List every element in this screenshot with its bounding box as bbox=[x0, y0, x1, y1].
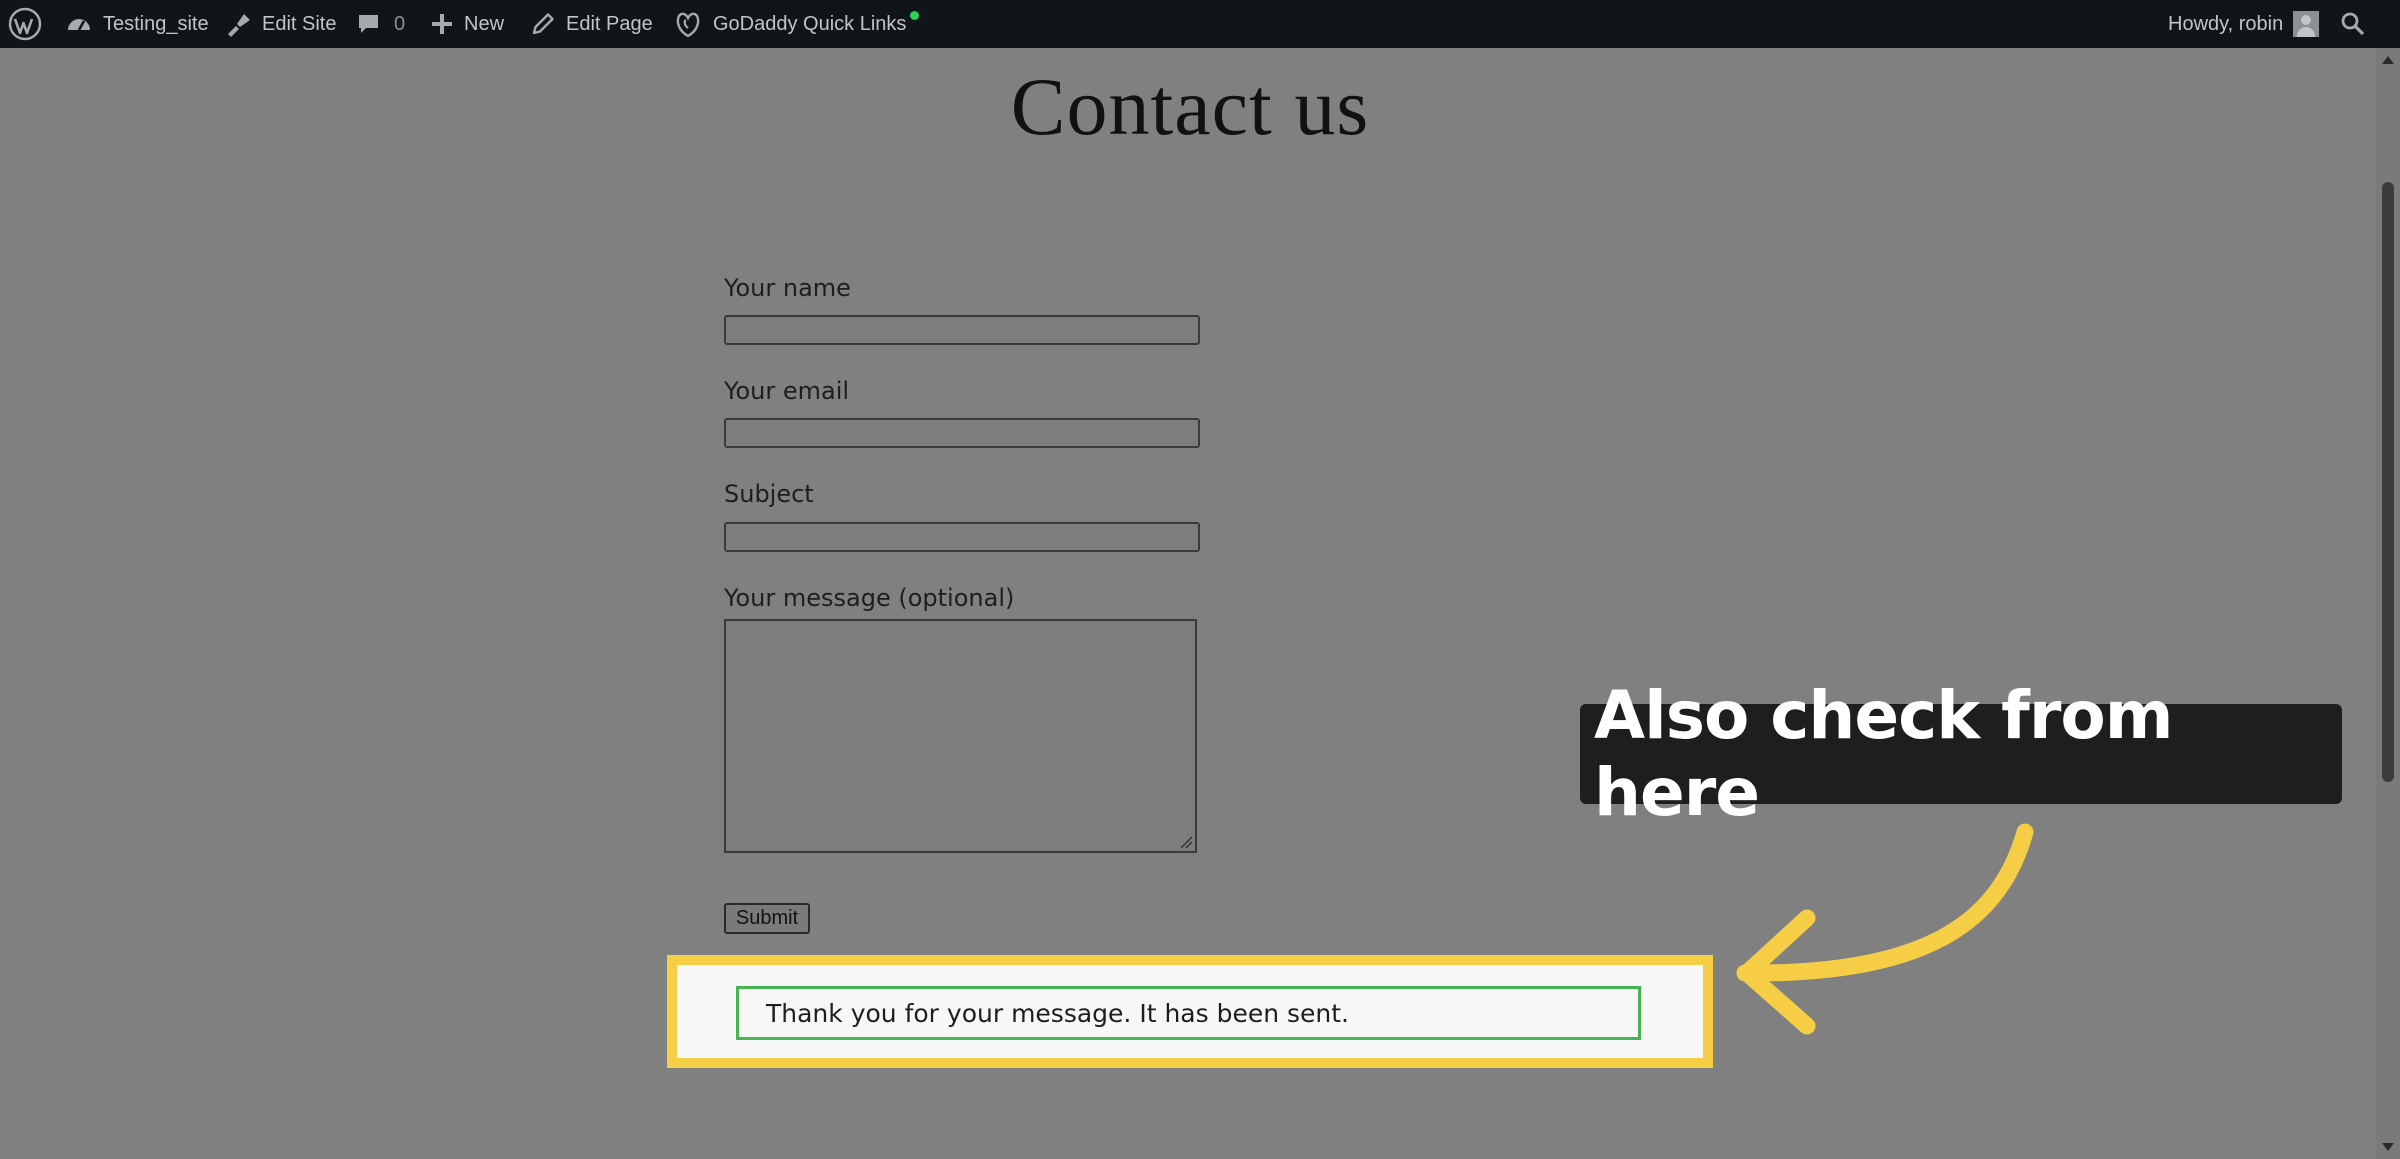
plus-icon bbox=[432, 14, 452, 34]
wordpress-logo-icon[interactable] bbox=[8, 0, 42, 48]
subject-field[interactable] bbox=[724, 522, 1200, 552]
brush-icon bbox=[228, 14, 250, 37]
new-content-menu[interactable]: New bbox=[430, 0, 504, 48]
email-label: Your email bbox=[724, 377, 850, 405]
godaddy-icon bbox=[676, 12, 700, 38]
avatar bbox=[2293, 11, 2320, 37]
site-name-menu[interactable]: Testing_site bbox=[65, 0, 209, 48]
quick-links-label: GoDaddy Quick Links bbox=[713, 12, 907, 35]
page-title: Contact us bbox=[1010, 61, 1370, 152]
name-label: Your name bbox=[724, 274, 851, 302]
new-label: New bbox=[464, 12, 505, 35]
admin-bar: Testing_site Edit Site 0 New Edit Page G… bbox=[0, 0, 2400, 48]
pencil-icon bbox=[532, 13, 554, 35]
comment-icon bbox=[359, 15, 378, 33]
edit-site-menu[interactable]: Edit Site bbox=[224, 0, 336, 48]
status-dot-icon bbox=[910, 10, 920, 20]
site-name-label: Testing_site bbox=[103, 12, 209, 35]
edit-page-link[interactable]: Edit Page bbox=[530, 0, 653, 48]
search-icon[interactable] bbox=[2340, 0, 2366, 48]
edit-page-label: Edit Page bbox=[566, 12, 653, 35]
scroll-up-icon[interactable] bbox=[2382, 56, 2394, 64]
message-label: Your message (optional) bbox=[724, 584, 1015, 612]
annotation-callout: Also check from here bbox=[1580, 677, 2342, 831]
scroll-down-icon[interactable] bbox=[2382, 1143, 2394, 1151]
page-scrollbar[interactable] bbox=[2376, 48, 2400, 1159]
godaddy-quick-links-menu[interactable]: GoDaddy Quick Links bbox=[673, 0, 920, 48]
email-field[interactable] bbox=[724, 418, 1200, 448]
howdy-label: Howdy, robin bbox=[2168, 12, 2284, 35]
edit-site-label: Edit Site bbox=[262, 12, 337, 35]
comments-count: 0 bbox=[394, 12, 406, 35]
comments-menu[interactable]: 0 bbox=[356, 0, 405, 48]
message-textarea[interactable] bbox=[724, 619, 1197, 853]
name-field[interactable] bbox=[724, 315, 1200, 345]
subject-label: Subject bbox=[724, 480, 814, 508]
submit-button[interactable]: Submit bbox=[724, 903, 810, 934]
response-message: Thank you for your message. It has been … bbox=[736, 986, 1641, 1040]
my-account-menu[interactable]: Howdy, robin bbox=[2168, 0, 2320, 48]
resize-handle-icon[interactable] bbox=[1179, 835, 1193, 849]
dashboard-icon bbox=[68, 19, 90, 31]
scroll-thumb[interactable] bbox=[2382, 182, 2394, 782]
